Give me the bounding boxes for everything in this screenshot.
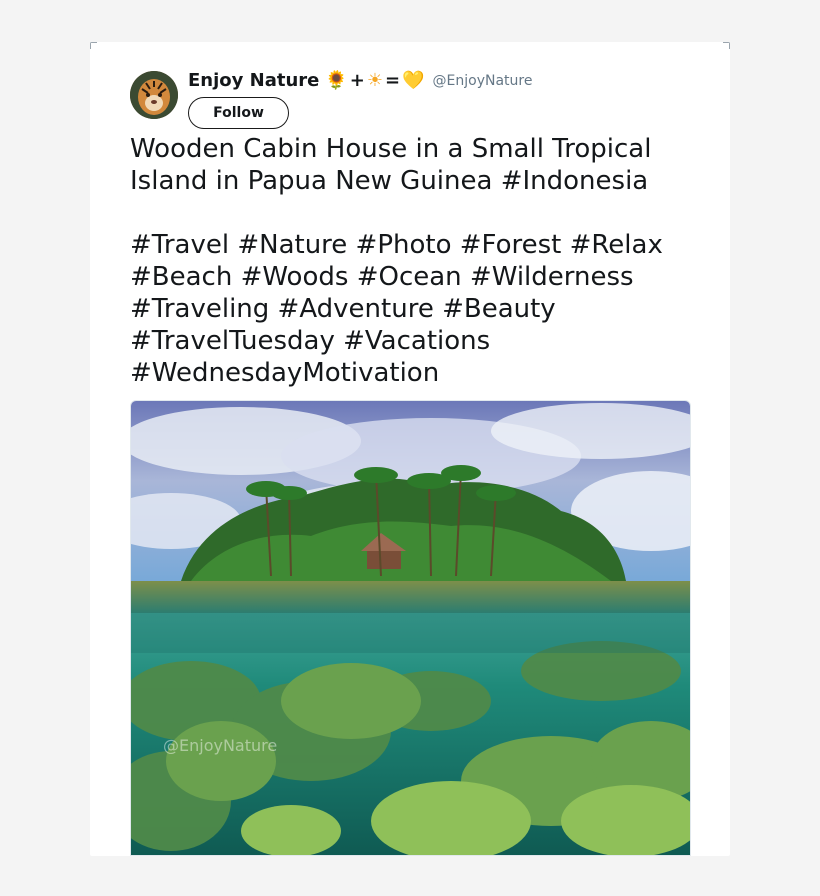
card-corner bbox=[90, 42, 97, 49]
sun-icon: ☀ bbox=[366, 70, 384, 91]
tweet-card: Enjoy Nature 🌻 + ☀ = 💛 @EnjoyNature Foll… bbox=[90, 42, 730, 856]
tweet-photo[interactable]: @EnjoyNature bbox=[130, 400, 691, 856]
tweet-text: Wooden Cabin House in a Small Tropical I… bbox=[130, 134, 663, 388]
card-corner bbox=[723, 42, 730, 49]
name-emoji-group: 🌻 + ☀ = 💛 bbox=[325, 70, 424, 91]
photo-watermark: @EnjoyNature bbox=[163, 736, 278, 755]
user-handle[interactable]: @EnjoyNature bbox=[433, 73, 533, 89]
display-name[interactable]: Enjoy Nature bbox=[188, 70, 319, 91]
user-name-row: Enjoy Nature 🌻 + ☀ = 💛 @EnjoyNature bbox=[188, 70, 532, 91]
yellow-heart-icon: 💛 bbox=[402, 70, 425, 91]
follow-button[interactable]: Follow bbox=[188, 97, 289, 129]
equals-sign: = bbox=[385, 70, 401, 91]
avatar[interactable] bbox=[130, 71, 178, 119]
plus-sign: + bbox=[349, 70, 365, 91]
tropical-island-photo bbox=[131, 401, 690, 855]
sunflower-icon: 🌻 bbox=[325, 70, 348, 91]
